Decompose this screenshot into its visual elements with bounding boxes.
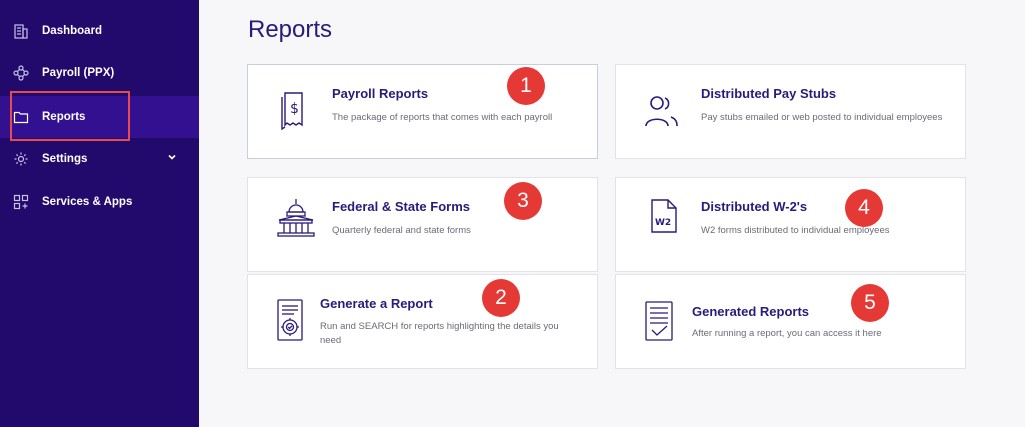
capitol-building-icon	[276, 198, 316, 243]
sidebar-item-dashboard[interactable]: Dashboard	[0, 10, 199, 52]
sidebar-item-payroll[interactable]: Payroll (PPX)	[0, 52, 199, 94]
users-icon	[644, 93, 680, 134]
card-distributed-pay-stubs[interactable]: Distributed Pay Stubs Pay stubs emailed …	[615, 64, 966, 159]
callout-badge: 3	[504, 182, 542, 220]
apps-icon	[12, 193, 30, 211]
sidebar-item-label: Payroll (PPX)	[42, 67, 115, 79]
folder-icon	[12, 108, 30, 126]
card-description: W2 forms distributed to individual emplo…	[701, 225, 890, 236]
card-distributed-w2[interactable]: W2 Distributed W-2's W2 forms distribute…	[615, 177, 966, 272]
sidebar-item-label: Settings	[42, 153, 88, 165]
sidebar-item-label: Services & Apps	[42, 196, 133, 208]
report-check-icon	[643, 300, 675, 347]
callout-badge: 4	[845, 189, 883, 227]
card-generated-reports[interactable]: Generated Reports After running a report…	[615, 274, 966, 369]
network-icon	[12, 64, 30, 82]
card-description: Pay stubs emailed or web posted to indiv…	[701, 112, 943, 123]
w2-icon-text: W2	[655, 218, 671, 228]
card-federal-state-forms[interactable]: Federal & State Forms Quarterly federal …	[247, 177, 598, 272]
card-title: Generate a Report	[320, 296, 433, 311]
chevron-down-icon[interactable]	[167, 152, 177, 165]
card-payroll-reports[interactable]: $ Payroll Reports The package of reports…	[247, 64, 598, 159]
gear-icon	[12, 150, 30, 168]
card-title: Payroll Reports	[332, 86, 429, 101]
card-description: After running a report, you can access i…	[692, 328, 882, 339]
report-gear-icon	[275, 298, 305, 347]
card-title: Distributed Pay Stubs	[701, 86, 837, 101]
callout-badge: 5	[851, 284, 889, 322]
svg-text:$: $	[290, 101, 299, 117]
building-icon	[12, 22, 30, 40]
sidebar-item-settings[interactable]: Settings	[0, 138, 199, 180]
callout-badge: 2	[482, 279, 520, 317]
sidebar-item-label: Dashboard	[42, 25, 103, 37]
sidebar-item-label: Reports	[42, 111, 86, 123]
card-description: Run and SEARCH for reports highlighting …	[320, 321, 559, 346]
w2-document-icon: W2	[650, 198, 678, 239]
card-description: Quarterly federal and state forms	[332, 225, 471, 236]
receipt-dollar-icon: $	[280, 89, 306, 136]
card-title: Distributed W-2's	[701, 199, 808, 214]
sidebar-item-services-apps[interactable]: Services & Apps	[0, 181, 199, 223]
card-title: Federal & State Forms	[332, 199, 470, 214]
sidebar: Dashboard Payroll (PPX) Reports Settings	[0, 0, 199, 427]
card-description: The package of reports that comes with e…	[332, 112, 553, 123]
page-title: Reports	[248, 16, 333, 43]
card-title: Generated Reports	[692, 304, 810, 319]
main-content: Reports $ Payroll Reports The package of…	[199, 0, 1025, 427]
card-generate-report[interactable]: Generate a Report Run and SEARCH for rep…	[247, 274, 598, 369]
sidebar-item-reports[interactable]: Reports	[0, 96, 199, 138]
callout-badge: 1	[507, 67, 545, 105]
